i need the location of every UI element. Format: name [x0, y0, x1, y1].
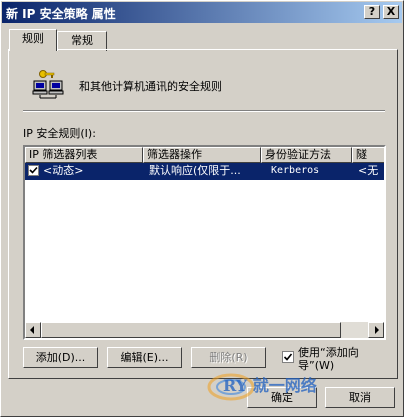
horizontal-scrollbar[interactable]	[25, 322, 384, 338]
use-wizard-label-line1: 使用“添加向	[298, 346, 359, 359]
column-tunnel[interactable]: 隧	[352, 147, 384, 163]
close-button[interactable]: X	[383, 5, 399, 19]
close-icon: X	[386, 5, 396, 18]
tab-general[interactable]: 常规	[57, 31, 107, 51]
tab-general-label: 常规	[71, 34, 93, 47]
scroll-right-button[interactable]	[368, 322, 384, 338]
column-filter-list[interactable]: IP 筛选器列表	[25, 147, 143, 163]
scroll-thumb[interactable]	[41, 322, 341, 338]
cell-auth-method: Kerberos	[271, 165, 320, 176]
cell-filter-action: 默认响应(仅限于...	[149, 164, 241, 177]
edit-button-label: 编辑(E)...	[120, 351, 169, 364]
column-tunnel-label: 隧	[356, 148, 367, 161]
rules-description: 和其他计算机通讯的安全规则	[79, 80, 222, 93]
add-button-label: 添加(D)...	[35, 351, 86, 364]
help-icon: ?	[368, 5, 376, 18]
column-filter-list-label: IP 筛选器列表	[29, 148, 98, 161]
rule-checkbox[interactable]	[28, 165, 39, 176]
rules-list-label: IP 安全规则(I):	[23, 127, 96, 140]
cancel-button[interactable]: 取消	[325, 387, 395, 408]
network-computers-icon	[31, 67, 67, 106]
use-wizard-label-line2: 导”(W)	[298, 359, 335, 372]
watermark-text: RY 就一网络	[223, 376, 317, 395]
arrow-left-icon	[30, 326, 34, 334]
cell-filter-list: <动态>	[43, 164, 84, 177]
rules-list[interactable]: IP 筛选器列表 筛选器操作 身份验证方法 隧 <动态> 默认响应(仅限于...…	[23, 145, 386, 340]
edit-button[interactable]: 编辑(E)...	[107, 347, 182, 368]
title-bar[interactable]: 新 IP 安全策略 属性 ? X	[2, 2, 402, 23]
cancel-button-label: 取消	[349, 391, 371, 404]
cell-tunnel: <无	[358, 164, 379, 177]
column-auth-method-label: 身份验证方法	[265, 148, 331, 161]
arrow-right-icon	[375, 326, 379, 334]
divider	[23, 110, 385, 112]
scroll-left-button[interactable]	[25, 322, 41, 338]
use-wizard-checkbox[interactable]	[282, 351, 294, 363]
window-title: 新 IP 安全策略 属性	[6, 7, 116, 21]
column-filter-action[interactable]: 筛选器操作	[143, 147, 261, 163]
add-button[interactable]: 添加(D)...	[23, 347, 98, 368]
help-button[interactable]: ?	[364, 5, 380, 19]
checkmark-icon	[29, 166, 38, 174]
tab-rules-label: 规则	[22, 32, 44, 45]
tab-rules[interactable]: 规则	[9, 29, 57, 51]
table-row[interactable]: <动态> 默认响应(仅限于... Kerberos <无	[25, 163, 384, 180]
remove-button-label: 删除(R)	[209, 351, 248, 364]
use-wizard-label: 使用“添加向 导”(W)	[298, 346, 359, 372]
column-filter-action-label: 筛选器操作	[147, 148, 202, 161]
column-auth-method[interactable]: 身份验证方法	[261, 147, 352, 163]
checkmark-icon	[283, 353, 293, 361]
properties-dialog: 新 IP 安全策略 属性 ? X 规则 常规 和其他计算机通讯的安全规则 IP …	[0, 0, 404, 417]
